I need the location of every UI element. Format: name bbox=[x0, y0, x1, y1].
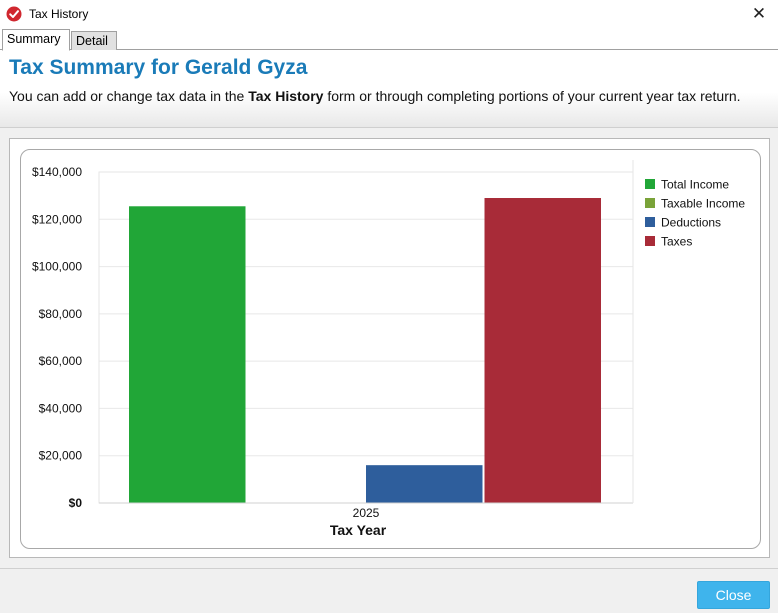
red-checkmark-icon bbox=[6, 6, 22, 22]
desc-text-pre: You can add or change tax data in the bbox=[9, 88, 249, 104]
tax-summary-chart: $0 $20,000 $40,000 $60,000 $80,000 $100,000 $1… bbox=[32, 160, 751, 540]
y-tick-label: $20,000 bbox=[39, 449, 83, 463]
y-tick-label: $0 bbox=[69, 496, 83, 510]
bar-deductions bbox=[366, 465, 483, 503]
y-tick-label: $120,000 bbox=[32, 212, 82, 226]
page-header: Tax Summary for Gerald Gyza You can add … bbox=[0, 50, 778, 128]
x-axis-label: Tax Year bbox=[330, 522, 387, 538]
bar-taxes bbox=[484, 198, 601, 503]
legend-swatch bbox=[645, 179, 655, 189]
title-bar: Tax History ✕ bbox=[0, 0, 778, 28]
chart-area: $0 $20,000 $40,000 $60,000 $80,000 $100,000 $1… bbox=[9, 138, 770, 558]
legend-label: Taxes bbox=[661, 235, 692, 249]
legend-label: Deductions bbox=[661, 216, 721, 230]
bar-total-income bbox=[129, 206, 246, 503]
y-tick-label: $60,000 bbox=[39, 354, 83, 368]
close-button[interactable]: Close bbox=[697, 581, 770, 609]
footer: Close bbox=[0, 568, 778, 613]
desc-text-post: form or through completing portions of y… bbox=[323, 88, 741, 104]
tab-summary[interactable]: Summary bbox=[2, 29, 70, 51]
x-tick-label: 2025 bbox=[353, 506, 380, 520]
legend-swatch bbox=[645, 236, 655, 246]
chart-panel: $0 $20,000 $40,000 $60,000 $80,000 $100,000 $1… bbox=[20, 149, 761, 549]
y-tick-label: $140,000 bbox=[32, 165, 82, 179]
legend-label: Taxable Income bbox=[661, 197, 745, 211]
tab-bar: Summary Detail bbox=[0, 28, 778, 51]
window-close-icon[interactable]: ✕ bbox=[748, 3, 770, 25]
window-title: Tax History bbox=[29, 7, 89, 21]
legend-swatch bbox=[645, 217, 655, 227]
y-tick-label: $100,000 bbox=[32, 260, 82, 274]
tab-detail[interactable]: Detail bbox=[71, 31, 117, 50]
y-tick-label: $80,000 bbox=[39, 307, 83, 321]
y-tick-label: $40,000 bbox=[39, 401, 83, 415]
page-description: You can add or change tax data in the Ta… bbox=[9, 88, 769, 105]
tax-history-form-name: Tax History bbox=[248, 88, 324, 104]
legend-label: Total Income bbox=[661, 178, 729, 192]
legend-swatch bbox=[645, 198, 655, 208]
page-title: Tax Summary for Gerald Gyza bbox=[9, 56, 308, 79]
